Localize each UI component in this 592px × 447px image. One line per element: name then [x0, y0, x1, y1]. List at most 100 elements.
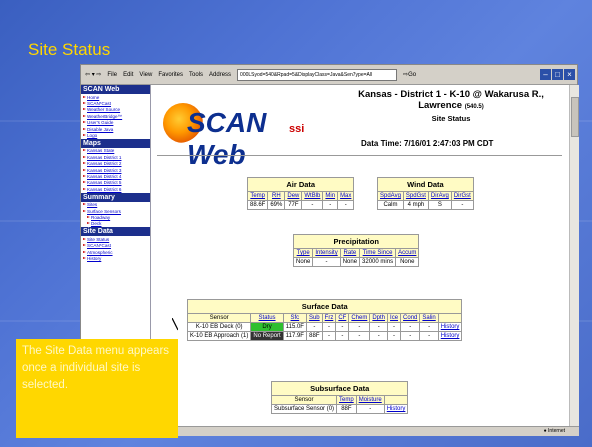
surface-chem: -	[348, 322, 371, 332]
address-field[interactable]: 000LSyod=540&Rpad=5&DisplayClass=Java&Se…	[237, 68, 398, 81]
surface-header-dpth[interactable]: Dpth	[369, 313, 389, 323]
sidebar-item-logo[interactable]: Logo	[81, 132, 150, 138]
site-header: Kansas - District 1 - K-10 @ Wakarusa R.…	[341, 89, 561, 124]
back-button[interactable]: ⇦ ▾ ⇨	[85, 71, 101, 78]
table-row: K-10 EB Approach (1) No Report 117.9F 88…	[186, 331, 463, 341]
sidebar-item-district-6[interactable]: Kansas District 6	[81, 186, 150, 192]
sidebar-section-summary: Summary	[81, 192, 150, 202]
air-data-table: Air Data Temp RH Dew WtBlb Min Max 88.6F…	[246, 177, 355, 210]
scrollbar-thumb[interactable]	[571, 97, 579, 137]
address-value: 000LSyod=540&Rpad=5&DisplayClass=Java&Se…	[240, 71, 373, 78]
wind-value-dirgst: -	[450, 200, 474, 210]
air-header-dew[interactable]: Dew	[284, 191, 303, 201]
menu-file[interactable]: File	[107, 72, 117, 78]
air-value-min: -	[322, 200, 339, 210]
surface-header-cond[interactable]: Cond	[400, 313, 421, 323]
address-label: Address	[209, 71, 232, 78]
air-header-min[interactable]: Min	[322, 191, 339, 201]
wind-header-dirgst[interactable]: DirGst	[450, 191, 474, 201]
surface-sfc: 115.0F	[282, 322, 307, 332]
vertical-scrollbar[interactable]	[569, 85, 579, 426]
site-status-heading: Site Status	[431, 114, 471, 123]
precip-value-accum: None	[395, 257, 420, 267]
air-header-rh[interactable]: RH	[267, 191, 286, 201]
surface-ice: -	[387, 331, 402, 341]
surface-header-blank	[437, 313, 463, 323]
sidebar-item-history[interactable]: History	[81, 256, 150, 262]
sidebar-section-scan-web: SCAN Web	[81, 85, 150, 94]
slide-title: Site Status	[28, 40, 111, 59]
mouse-pointer-icon	[172, 318, 178, 331]
precip-header-type[interactable]: Type	[292, 248, 314, 258]
surface-header-sensor: Sensor	[186, 313, 252, 323]
air-value-wtblb: -	[301, 200, 324, 210]
browser-toolbar: ⇦ ▾ ⇨ File Edit View Favorites Tools Add…	[81, 65, 577, 85]
subsurface-moisture: -	[355, 404, 385, 414]
surface-cond: -	[400, 331, 421, 341]
air-header-wtblb[interactable]: WtBlb	[301, 191, 324, 201]
wind-data-caption: Wind Data	[377, 177, 474, 192]
subsurface-data-table: Subsurface Data Sensor Temp Moisture Sub…	[270, 381, 409, 414]
surface-sub: 88F	[305, 331, 323, 341]
surface-frz: -	[321, 322, 337, 332]
scan-web-logo: SCAN Web ssi	[159, 93, 319, 170]
surface-header-sub[interactable]: Sub	[305, 313, 323, 323]
surface-sfc: 117.9F	[282, 331, 307, 341]
surface-header-cf[interactable]: CF	[335, 313, 350, 323]
site-code: (540.5)	[464, 104, 484, 110]
wind-value-diravg: S	[427, 200, 452, 210]
wind-value-spdavg: Calm	[377, 200, 404, 210]
wind-header-diravg[interactable]: DirAvg	[427, 191, 452, 201]
precipitation-caption: Precipitation	[292, 234, 420, 249]
sidebar-section-site-data: Site Data	[81, 227, 150, 237]
subsurface-header-moisture[interactable]: Moisture	[355, 395, 385, 405]
surface-header-chem[interactable]: Chem	[348, 313, 371, 323]
wind-header-spdavg[interactable]: SpdAvg	[377, 191, 404, 201]
air-value-dew: 77F	[284, 200, 303, 210]
surface-frz: -	[321, 331, 337, 341]
menu-tools[interactable]: Tools	[189, 72, 203, 78]
menu-view[interactable]: View	[139, 72, 152, 78]
subsurface-header-blank	[383, 395, 409, 405]
precip-value-type: None	[292, 257, 314, 267]
surface-header-status[interactable]: Status	[250, 313, 284, 323]
history-link[interactable]: History	[437, 331, 463, 341]
surface-data-table: Surface Data Sensor Status Sfc Sub Frz C…	[186, 299, 463, 341]
go-button[interactable]: ⇨Go	[403, 71, 416, 78]
surface-header-sfc[interactable]: Sfc	[282, 313, 307, 323]
surface-header-salin[interactable]: Salin	[419, 313, 439, 323]
menu-favorites[interactable]: Favorites	[158, 72, 183, 78]
air-data-caption: Air Data	[246, 177, 355, 192]
surface-header-ice[interactable]: Ice	[387, 313, 402, 323]
history-link[interactable]: History	[383, 404, 409, 414]
status-badge: Dry	[250, 322, 284, 332]
logo-suffix: ssi	[289, 123, 305, 135]
status-badge: No Report	[250, 331, 284, 341]
callout-box: The Site Data menu appears once a indivi…	[16, 339, 178, 438]
subsurface-header-sensor: Sensor	[270, 395, 338, 405]
minimize-icon[interactable]: –	[540, 69, 551, 80]
precip-header-time-since[interactable]: Time Since	[359, 248, 397, 258]
precip-header-accum[interactable]: Accum	[395, 248, 420, 258]
surface-sub: -	[305, 322, 323, 332]
surface-salin: -	[419, 322, 439, 332]
air-header-max[interactable]: Max	[337, 191, 355, 201]
sidebar-section-maps: Maps	[81, 138, 150, 148]
sidebar-item-deck[interactable]: Deck	[81, 221, 150, 227]
surface-dpth: -	[369, 322, 389, 332]
precip-header-intensity[interactable]: Intensity	[312, 248, 341, 258]
air-header-temp[interactable]: Temp	[246, 191, 269, 201]
surface-sensor-name: K-10 EB Approach (1)	[186, 331, 252, 341]
menu-edit[interactable]: Edit	[123, 72, 133, 78]
subsurface-header-temp[interactable]: Temp	[336, 395, 357, 405]
surface-header-frz[interactable]: Frz	[321, 313, 337, 323]
history-link[interactable]: History	[437, 322, 463, 332]
wind-header-spdgst[interactable]: SpdGst	[402, 191, 429, 201]
surface-cf: -	[335, 322, 350, 332]
surface-ice: -	[387, 322, 402, 332]
wind-value-spdgst: 4 mph	[402, 200, 429, 210]
maximize-icon[interactable]: □	[552, 69, 563, 80]
close-icon[interactable]: ×	[564, 69, 575, 80]
surface-salin: -	[419, 331, 439, 341]
precip-header-rate[interactable]: Rate	[339, 248, 361, 258]
